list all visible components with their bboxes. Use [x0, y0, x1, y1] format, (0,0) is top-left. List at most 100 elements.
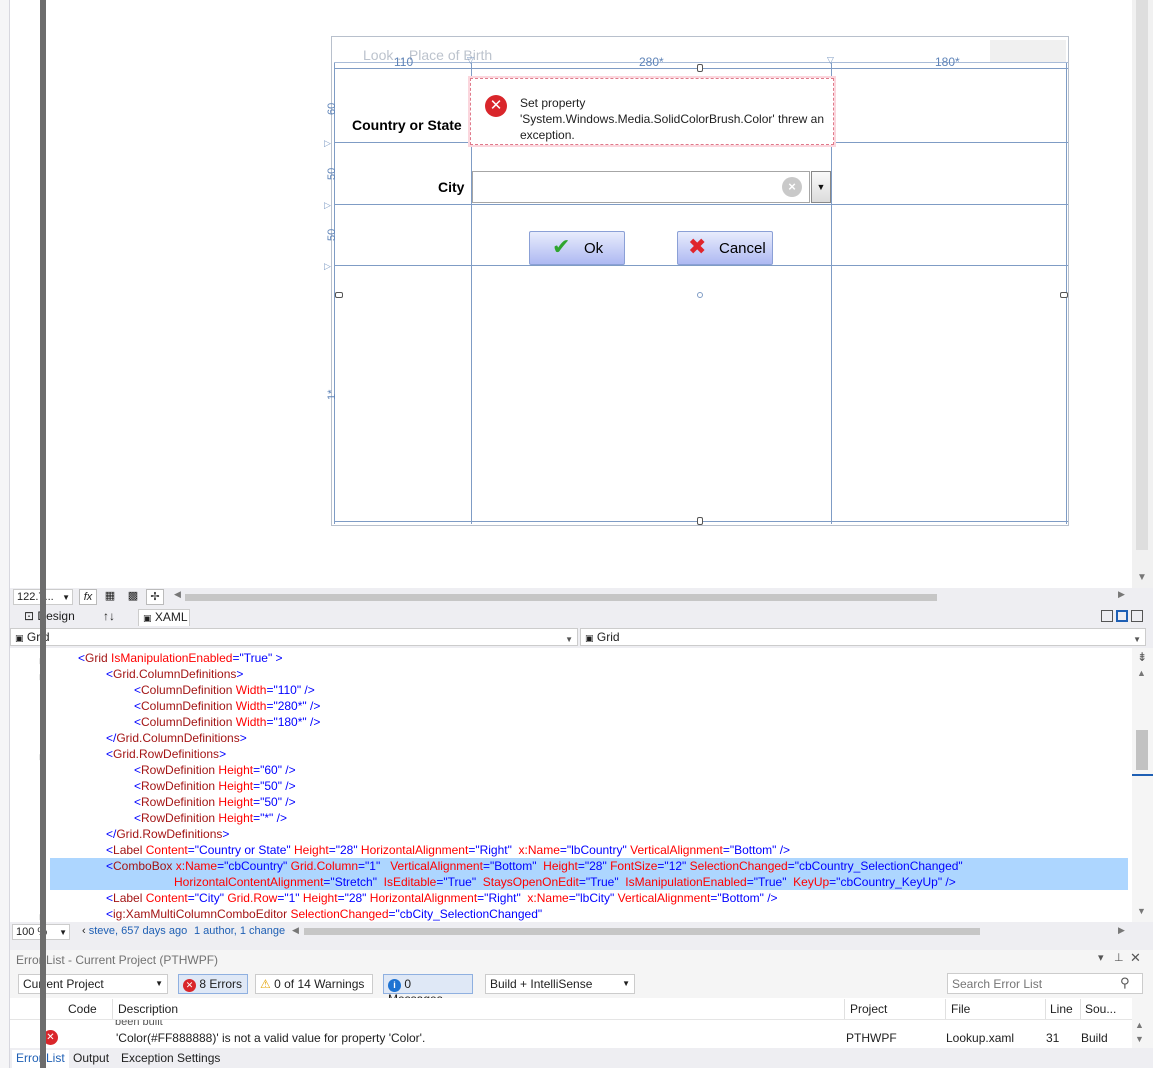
scroll-up-icon[interactable]: ▲ — [1135, 1020, 1144, 1030]
search-error-list-input[interactable] — [947, 973, 1143, 994]
element-selector-left[interactable]: ▣ Grid ▼ — [10, 628, 578, 646]
code-line[interactable]: <ColumnDefinition Width="110" /> — [134, 682, 315, 698]
options-icon[interactable]: ▾ — [1098, 951, 1104, 964]
error-description[interactable]: 'Color(#FF888888)' is not a valid value … — [116, 1031, 425, 1045]
row-marker-icon[interactable]: ▷ — [324, 200, 331, 211]
row-marker-icon[interactable]: ▷ — [324, 138, 331, 149]
code-line[interactable]: <Grid.RowDefinitions> — [106, 746, 226, 762]
scroll-down-icon[interactable]: ▼ — [1135, 1034, 1144, 1044]
pin-icon[interactable]: ⊥ — [1114, 951, 1124, 964]
clear-icon[interactable]: × — [782, 177, 802, 197]
chevron-down-icon: ▼ — [622, 979, 630, 988]
city-combobox[interactable] — [472, 171, 810, 203]
column-header-file[interactable]: File — [951, 1002, 970, 1016]
column-header-description[interactable]: Description — [118, 1002, 178, 1016]
resize-handle-left[interactable] — [335, 292, 343, 298]
code-line[interactable]: <RowDefinition Height="50" /> — [134, 794, 296, 810]
column-size-1[interactable]: 110 — [394, 55, 413, 69]
grid-icon[interactable]: ▦ — [101, 589, 119, 605]
build-filter-dropdown[interactable]: Build + IntelliSense ▼ — [485, 974, 635, 994]
scroll-thumb[interactable] — [1136, 730, 1148, 770]
search-icon[interactable]: ⚲ — [1120, 975, 1130, 991]
row-size-4[interactable]: 1* — [326, 390, 338, 400]
scroll-right-icon[interactable]: ▶ — [1118, 925, 1125, 936]
scroll-left-icon[interactable]: ◀ — [292, 925, 299, 936]
code-line[interactable]: <Label Content="City" Grid.Row="1" Heigh… — [106, 890, 778, 906]
chevron-left-icon: ‹ — [82, 925, 86, 937]
column-size-2[interactable]: 280* — [639, 55, 664, 69]
code-line[interactable]: <RowDefinition Height="60" /> — [134, 762, 296, 778]
split-horizontal-icon[interactable] — [1116, 610, 1128, 622]
chevron-down-icon[interactable]: ▼ — [811, 171, 831, 203]
scroll-down-icon[interactable]: ▼ — [1137, 906, 1146, 916]
code-line[interactable]: <RowDefinition Height="50" /> — [134, 778, 296, 794]
scroll-thumb[interactable] — [1136, 0, 1148, 550]
xaml-icon: ▣ — [143, 613, 152, 623]
snap-lines-icon[interactable]: ✢ — [146, 589, 164, 605]
resize-handle-right[interactable] — [1060, 292, 1068, 298]
errors-filter-button[interactable]: ✕ 8 Errors — [178, 974, 248, 994]
row-size-1[interactable]: 60 — [326, 103, 338, 115]
cancel-button[interactable]: ✖ Cancel — [677, 231, 773, 265]
column-header-line[interactable]: Line — [1050, 1002, 1073, 1016]
code-line[interactable]: <ColumnDefinition Width="280*" /> — [134, 698, 320, 714]
error-file[interactable]: Lookup.xaml — [946, 1031, 1014, 1045]
code-line[interactable]: <ComboBox x:Name="cbCountry" Grid.Column… — [106, 858, 963, 874]
tab-xaml[interactable]: ▣ XAML — [138, 609, 190, 626]
code-line[interactable]: <ig:XamMultiColumnComboEditor SelectionC… — [106, 906, 542, 922]
row-size-3[interactable]: 50 — [326, 229, 338, 241]
city-label[interactable]: City — [438, 179, 464, 195]
column-separator — [945, 999, 946, 1019]
column-size-3[interactable]: 180* — [935, 55, 960, 69]
cross-icon: ✖ — [688, 234, 707, 259]
codelens-author[interactable]: ‹ steve, 657 days ago — [82, 925, 187, 937]
column-header-project[interactable]: Project — [850, 1002, 887, 1016]
tab-exception-settings[interactable]: Exception Settings — [121, 1051, 220, 1065]
snap-grid-icon[interactable]: ▩ — [124, 589, 142, 605]
resize-handle-top[interactable] — [697, 64, 703, 72]
code-line[interactable]: <RowDefinition Height="*" /> — [134, 810, 287, 826]
error-tooltip-text: Set property 'System.Windows.Media.Solid… — [520, 96, 825, 142]
editor-horizontal-scrollbar[interactable] — [304, 928, 980, 935]
code-line[interactable]: <Grid.ColumnDefinitions> — [106, 666, 243, 682]
close-icon[interactable]: ✕ — [1130, 950, 1141, 966]
selection-bar — [40, 0, 46, 1068]
chevron-down-icon: ▼ — [565, 635, 573, 644]
warnings-filter-button[interactable]: ⚠ 0 of 14 Warnings — [255, 974, 373, 994]
row-marker-icon[interactable]: ▷ — [324, 261, 331, 272]
tab-design[interactable]: ⊡ Design — [24, 609, 75, 623]
code-line[interactable]: </Grid.RowDefinitions> — [106, 826, 229, 842]
code-line[interactable]: <Grid IsManipulationEnabled="True" > — [78, 650, 283, 666]
split-editor-icon[interactable]: ⇟ — [1137, 650, 1147, 664]
column-header-code[interactable]: Code — [68, 1002, 97, 1016]
split-vertical-icon[interactable] — [1101, 610, 1113, 622]
left-gutter — [0, 0, 10, 1068]
effects-icon[interactable]: fx — [79, 589, 97, 605]
editor-vertical-scrollbar[interactable]: ⇟ ▲ ▼ — [1132, 648, 1153, 922]
scroll-down-icon[interactable]: ▼ — [1137, 572, 1147, 583]
code-line[interactable]: <ColumnDefinition Width="180*" /> — [134, 714, 320, 730]
designer-horizontal-scrollbar[interactable] — [185, 594, 937, 601]
code-line[interactable]: </Grid.ColumnDefinitions> — [106, 730, 247, 746]
resize-handle-bottom[interactable] — [697, 517, 703, 525]
code-line[interactable]: <Label Content="Country or State" Height… — [106, 842, 790, 858]
messages-filter-button[interactable]: i 0 Messages — [383, 974, 473, 1006]
element-selector-right[interactable]: ▣ Grid ▼ — [580, 628, 1146, 646]
country-label[interactable]: Country or State — [352, 117, 462, 133]
center-handle[interactable] — [697, 292, 703, 298]
swap-panes-button[interactable]: ↑↓ — [103, 609, 115, 623]
row-size-2[interactable]: 50 — [326, 168, 338, 180]
column-marker-icon[interactable]: ▽ — [467, 55, 474, 66]
scroll-right-icon[interactable]: ▶ — [1118, 589, 1125, 600]
collapse-pane-icon[interactable] — [1131, 610, 1143, 622]
column-header-source[interactable]: Sou... — [1085, 1002, 1116, 1016]
column-marker-icon[interactable]: ▽ — [827, 55, 834, 66]
code-line[interactable]: HorizontalContentAlignment="Stretch" IsE… — [174, 874, 956, 890]
error-icon: ✕ — [183, 979, 196, 992]
scroll-left-icon[interactable]: ◀ — [174, 589, 181, 600]
scroll-up-icon[interactable]: ▲ — [1137, 668, 1146, 678]
codelens-changes[interactable]: 1 author, 1 change — [194, 925, 285, 937]
ok-button[interactable]: ✔ Ok — [529, 231, 625, 265]
tab-output[interactable]: Output — [73, 1051, 109, 1065]
designer-vertical-scrollbar[interactable]: ▼ — [1132, 0, 1153, 588]
